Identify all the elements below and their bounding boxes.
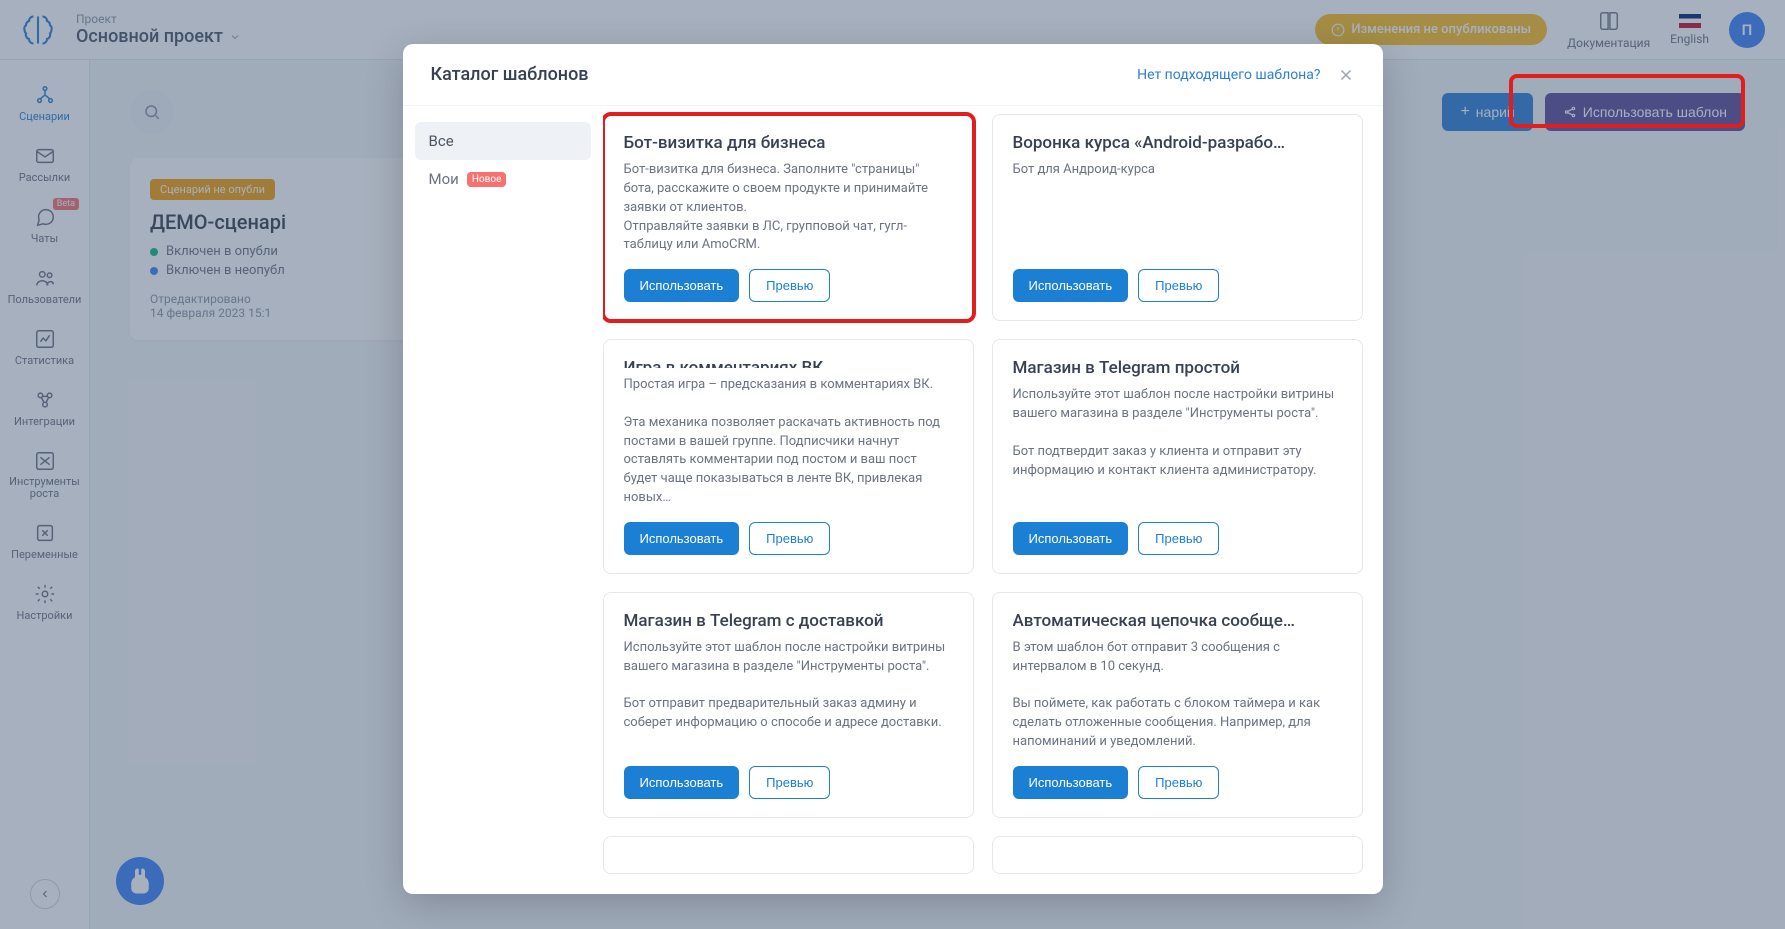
use-template-button[interactable]: Использовать <box>1013 766 1129 799</box>
template-actions: Использовать Превью <box>1013 766 1342 799</box>
template-card: Магазин в Telegram с доставкой Используйт… <box>603 592 974 818</box>
preview-template-button[interactable]: Превью <box>1138 766 1219 799</box>
template-card: Автоматическая цепочка сообще… В этом шаб… <box>992 592 1363 818</box>
modal-header: Каталог шаблонов Нет подходящего шаблона… <box>403 44 1383 106</box>
use-template-button[interactable]: Использовать <box>624 269 740 302</box>
templates-modal: Каталог шаблонов Нет подходящего шаблона… <box>403 44 1383 894</box>
template-description: Используйте этот шаблон после настройки … <box>624 639 953 752</box>
preview-template-button[interactable]: Превью <box>1138 522 1219 555</box>
template-actions: Использовать Превью <box>624 522 953 555</box>
category-mine[interactable]: Мои Новое <box>415 160 591 198</box>
template-description: Простая игра – предсказания в комментари… <box>624 376 953 508</box>
template-card: Магазин в Telegram простой Используйте эт… <box>992 339 1363 574</box>
no-suitable-template-link[interactable]: Нет подходящего шаблона? <box>1137 67 1320 83</box>
template-actions: Использовать Превью <box>624 766 953 799</box>
template-description: В этом шаблон бот отправит 3 сообщения с… <box>1013 639 1342 752</box>
template-description: Бот для Андроид-курса <box>1013 161 1342 255</box>
template-description: Используйте этот шаблон после настройки … <box>1013 386 1342 508</box>
modal-categories: Все Мои Новое <box>403 106 603 894</box>
use-template-button[interactable]: Использовать <box>1013 269 1129 302</box>
template-actions: Использовать Превью <box>624 269 953 302</box>
template-title: Магазин в Telegram с доставкой <box>624 611 953 631</box>
template-title: Игра в комментариях ВК <box>624 358 953 368</box>
template-card: Игра в комментариях ВК Простая игра – пре… <box>603 339 974 574</box>
close-icon[interactable] <box>1337 66 1355 84</box>
templates-grid: Бот-визитка для бизнеса Бот-визитка для б… <box>603 106 1383 894</box>
template-actions: Использовать Превью <box>1013 269 1342 302</box>
template-title: Магазин в Telegram простой <box>1013 358 1342 378</box>
use-template-button[interactable]: Использовать <box>1013 522 1129 555</box>
template-actions: Использовать Превью <box>1013 522 1342 555</box>
preview-template-button[interactable]: Превью <box>749 522 830 555</box>
template-card: Бот-визитка для бизнеса Бот-визитка для б… <box>603 114 974 321</box>
use-template-button[interactable]: Использовать <box>624 522 740 555</box>
preview-template-button[interactable]: Превью <box>1138 269 1219 302</box>
template-card: Воронка курса «Android-разрабо… Бот для А… <box>992 114 1363 321</box>
modal-title: Каталог шаблонов <box>431 64 589 85</box>
template-title: Бот-визитка для бизнеса <box>624 133 953 153</box>
template-card-stub <box>603 836 974 874</box>
template-card-stub <box>992 836 1363 874</box>
preview-template-button[interactable]: Превью <box>749 766 830 799</box>
category-all[interactable]: Все <box>415 122 591 160</box>
preview-template-button[interactable]: Превью <box>749 269 830 302</box>
template-title: Автоматическая цепочка сообще… <box>1013 611 1342 631</box>
template-title: Воронка курса «Android-разрабо… <box>1013 133 1342 153</box>
use-template-button[interactable]: Использовать <box>624 766 740 799</box>
template-description: Бот-визитка для бизнеса. Заполните "стра… <box>624 161 953 255</box>
